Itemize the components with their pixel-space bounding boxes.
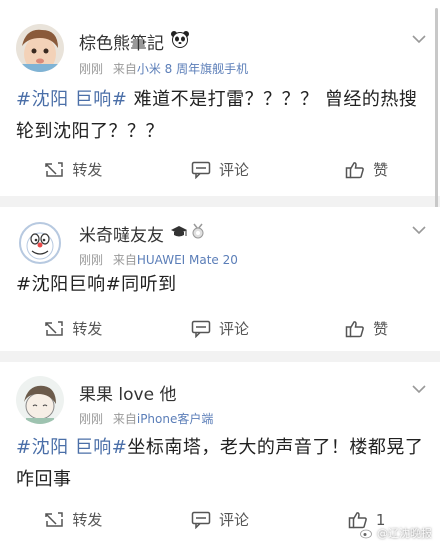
- grad-cap-icon: [170, 224, 188, 244]
- like-label: 赞: [373, 160, 389, 179]
- chevron-down-icon[interactable]: [412, 384, 426, 394]
- repost-icon: [45, 321, 64, 336]
- username[interactable]: 米奇噠友友: [79, 221, 205, 246]
- comment-icon: [191, 161, 211, 179]
- panda-icon: [170, 30, 190, 53]
- post-body: #沈阳 巨响# 难道不是打雷？？？？ 曾经的热搜轮到沈阳了？？？: [16, 84, 428, 148]
- repost-icon: [45, 512, 64, 527]
- comment-label: 评论: [219, 510, 250, 529]
- comment-icon: [191, 511, 211, 529]
- like-icon: [345, 321, 365, 338]
- repost-label: 转发: [72, 510, 103, 529]
- username[interactable]: 棕色熊筆記: [79, 29, 190, 54]
- weibo-logo-icon: [360, 529, 372, 539]
- repost-button[interactable]: 转发: [0, 148, 147, 192]
- watermark-text: @辽沈晚报: [377, 527, 432, 540]
- action-bar: 转发 评论 赞: [0, 307, 440, 351]
- post-card-3: 果果 love 他 刚刚 来自iPhone客户端 #沈阳 巨响#坐标南塔，老大的…: [0, 362, 440, 545]
- hashtag-link[interactable]: #沈阳 巨响#: [16, 89, 127, 110]
- repost-label: 转发: [72, 160, 103, 179]
- source-prefix: 来自: [112, 253, 137, 267]
- hashtag-link[interactable]: #沈阳巨响#: [16, 274, 121, 295]
- post-source[interactable]: iPhone客户端: [137, 412, 214, 426]
- post-source[interactable]: HUAWEI Mate 20: [137, 253, 238, 267]
- post-meta: 刚刚 来自小米 8 周年旗舰手机: [79, 60, 248, 77]
- repost-button[interactable]: 转发: [0, 498, 147, 542]
- source-prefix: 来自: [112, 412, 137, 426]
- like-button[interactable]: 赞: [293, 307, 440, 351]
- comment-label: 评论: [219, 160, 250, 179]
- username-text[interactable]: 果果 love 他: [79, 380, 176, 405]
- hashtag-link[interactable]: #沈阳 巨响#: [16, 437, 127, 458]
- post-time: 刚刚: [79, 62, 104, 76]
- post-source[interactable]: 小米 8 周年旗舰手机: [137, 62, 248, 76]
- comment-button[interactable]: 评论: [147, 148, 294, 192]
- comment-icon: [191, 320, 211, 338]
- post-time: 刚刚: [79, 253, 104, 267]
- post-time: 刚刚: [79, 412, 104, 426]
- medal-icon: [191, 223, 205, 244]
- comment-label: 评论: [219, 319, 250, 338]
- avatar[interactable]: [16, 24, 64, 72]
- like-label: 赞: [373, 319, 389, 338]
- like-icon: [345, 162, 365, 179]
- post-body: #沈阳巨响#同听到: [16, 269, 428, 301]
- repost-label: 转发: [72, 319, 103, 338]
- source-prefix: 来自: [112, 62, 137, 76]
- comment-button[interactable]: 评论: [147, 498, 294, 542]
- repost-button[interactable]: 转发: [0, 307, 147, 351]
- action-bar: 转发 评论 赞: [0, 148, 440, 192]
- username-text[interactable]: 米奇噠友友: [79, 221, 164, 246]
- username[interactable]: 果果 love 他: [79, 380, 176, 405]
- comment-button[interactable]: 评论: [147, 307, 294, 351]
- post-body: #沈阳 巨响#坐标南塔，老大的声音了！楼都晃了咋回事: [16, 432, 428, 496]
- repost-icon: [45, 162, 64, 177]
- post-text: 同听到: [121, 274, 177, 295]
- chevron-down-icon[interactable]: [412, 34, 426, 44]
- chevron-down-icon[interactable]: [412, 225, 426, 235]
- avatar[interactable]: [16, 376, 64, 424]
- post-meta: 刚刚 来自HUAWEI Mate 20: [79, 251, 238, 268]
- username-text[interactable]: 棕色熊筆記: [79, 29, 164, 54]
- post-card-2: 米奇噠友友 刚刚 来自HUAWEI Mate 20 #沈阳巨响#同听到 转发 评…: [0, 207, 440, 351]
- avatar[interactable]: [16, 217, 64, 265]
- watermark: @辽沈晚报: [360, 525, 432, 541]
- like-button[interactable]: 赞: [293, 148, 440, 192]
- scrollbar[interactable]: [435, 8, 438, 208]
- post-meta: 刚刚 来自iPhone客户端: [79, 410, 213, 427]
- post-card-1: 棕色熊筆記 刚刚 来自小米 8 周年旗舰手机 #沈阳 巨响# 难道不是打雷？？？…: [0, 0, 440, 208]
